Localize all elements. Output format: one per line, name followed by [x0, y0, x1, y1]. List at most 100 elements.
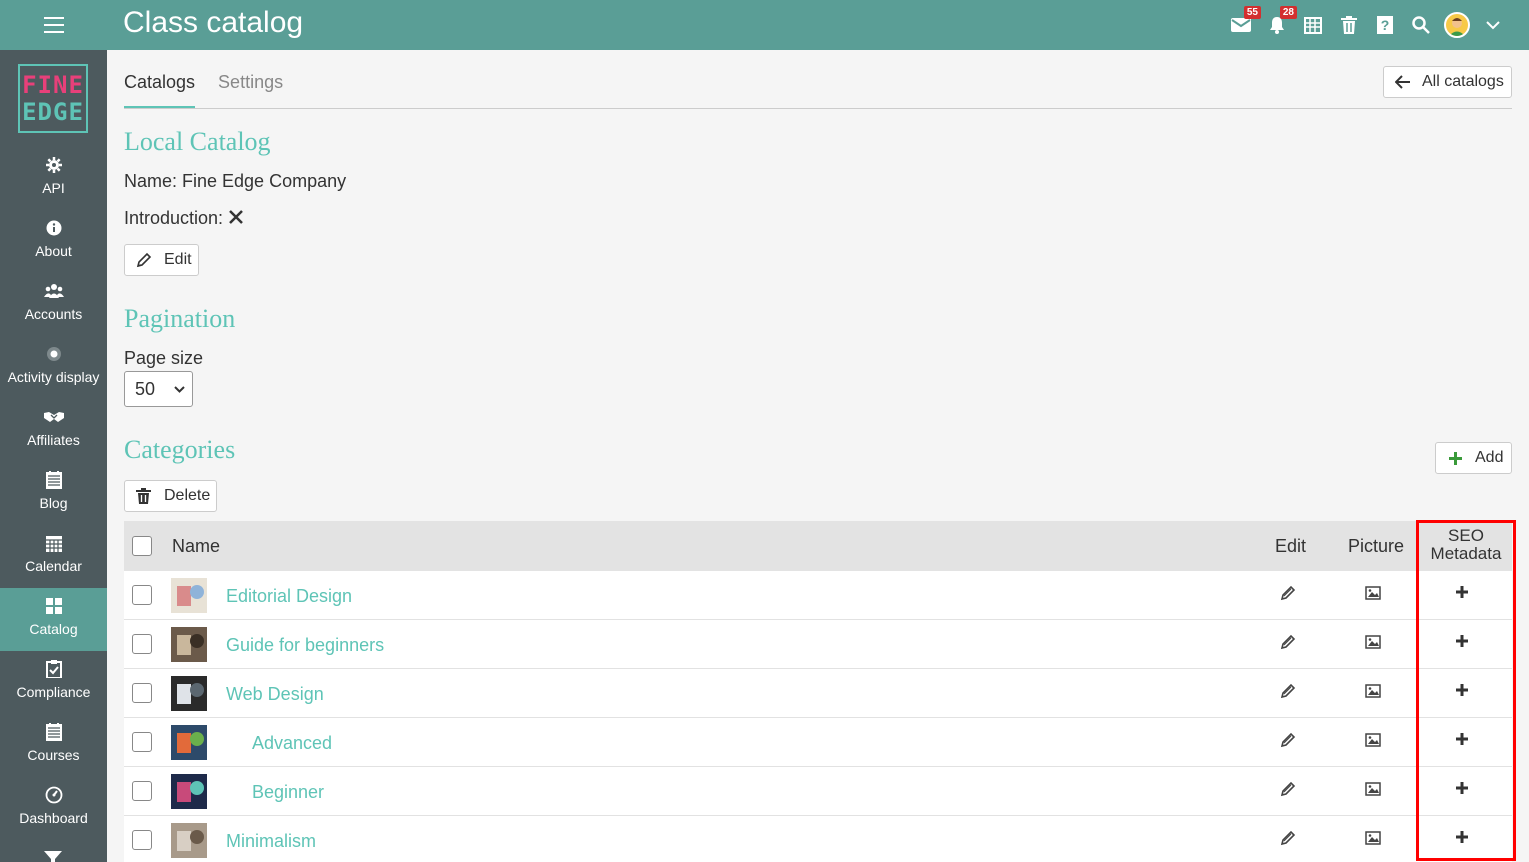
sidebar-item-label: Compliance [16, 684, 91, 700]
sidebar-item-calendar[interactable]: Calendar [0, 525, 107, 588]
notifications-button[interactable]: 28 [1259, 0, 1297, 50]
plus-icon [1456, 831, 1468, 843]
picture-row-button[interactable] [1365, 781, 1381, 802]
category-name-link[interactable]: Beginner [252, 782, 324, 803]
pencil-icon [1280, 781, 1296, 797]
sidebar-item-label: Activity display [7, 369, 100, 385]
select-all-checkbox[interactable] [132, 536, 152, 556]
page-size-value: 50 [135, 378, 156, 399]
table-row: Web Design [124, 669, 1512, 718]
row-checkbox[interactable] [132, 830, 152, 850]
sidebar-item-label: Blog [39, 495, 68, 511]
sidebar-item-label: Accounts [24, 306, 83, 322]
table-row: Beginner [124, 767, 1512, 816]
picture-row-button[interactable] [1365, 585, 1381, 606]
pencil-icon [1280, 732, 1296, 748]
all-catalogs-button[interactable]: All catalogs [1383, 66, 1512, 98]
image-icon [1365, 586, 1381, 600]
add-seo-metadata-button[interactable] [1455, 683, 1469, 702]
table-header: Name Edit Picture SEO Metadata [124, 521, 1512, 571]
edit-row-button[interactable] [1280, 585, 1296, 606]
sidebar-item-about[interactable]: About [0, 210, 107, 273]
sidebar-item-label: Courses [27, 747, 80, 763]
hamburger-icon [43, 17, 64, 33]
sidebar: FINE EDGE API About Accounts Activity di… [0, 50, 107, 862]
sidebar-item-api[interactable]: API [0, 147, 107, 210]
row-checkbox[interactable] [132, 585, 152, 605]
column-header-name[interactable]: Name [172, 536, 220, 557]
delete-button[interactable]: Delete [124, 480, 217, 512]
edit-row-button[interactable] [1280, 781, 1296, 802]
plus-icon [1456, 782, 1468, 794]
trash-icon [136, 488, 151, 504]
edit-row-button[interactable] [1280, 732, 1296, 753]
funnel-icon [44, 850, 62, 862]
avatar [1444, 12, 1470, 38]
envelope-icon [1231, 18, 1251, 32]
sidebar-item-accounts[interactable]: Accounts [0, 273, 107, 336]
blog-icon [45, 469, 62, 491]
row-checkbox[interactable] [132, 634, 152, 654]
messages-button[interactable]: 55 [1223, 0, 1261, 50]
category-name-link[interactable]: Editorial Design [226, 586, 352, 607]
table-row: Minimalism [124, 816, 1512, 862]
picture-row-button[interactable] [1365, 732, 1381, 753]
calendar-icon [45, 532, 62, 554]
row-checkbox[interactable] [132, 683, 152, 703]
category-thumbnail [171, 578, 207, 613]
sidebar-item-affiliates[interactable]: Affiliates [0, 399, 107, 462]
sidebar-item-blog[interactable]: Blog [0, 462, 107, 525]
user-menu-button[interactable] [1475, 0, 1511, 50]
page-size-label: Page size [124, 348, 204, 368]
fine-edge-logo[interactable]: FINE EDGE [18, 64, 88, 133]
category-name-link[interactable]: Minimalism [226, 831, 316, 852]
category-name-link[interactable]: Guide for beginners [226, 635, 384, 656]
add-seo-metadata-button[interactable] [1455, 732, 1469, 751]
clipboard-check-icon [45, 658, 62, 680]
page-size-select[interactable]: 50 [124, 371, 193, 407]
plus-icon [1449, 451, 1462, 465]
table-row: Advanced [124, 718, 1512, 767]
page-title: Class catalog [123, 6, 304, 39]
category-name-link[interactable]: Web Design [226, 684, 324, 705]
add-category-button[interactable]: Add [1435, 442, 1512, 474]
tab-catalogs[interactable]: Catalogs [124, 64, 196, 109]
chevron-down-icon [1486, 20, 1500, 29]
edit-row-button[interactable] [1280, 634, 1296, 655]
table-row: Editorial Design [124, 571, 1512, 620]
sidebar-item-dashboard[interactable]: Dashboard [0, 777, 107, 840]
calendar-icon [1304, 17, 1322, 34]
category-thumbnail [171, 725, 207, 760]
edit-row-button[interactable] [1280, 683, 1296, 704]
row-checkbox[interactable] [132, 732, 152, 752]
sidebar-item-activity-display[interactable]: Activity display [0, 336, 107, 399]
menu-toggle-button[interactable] [0, 0, 107, 50]
logo-line-2: EDGE [22, 97, 84, 126]
help-button[interactable]: ? [1367, 0, 1403, 50]
row-checkbox[interactable] [132, 781, 152, 801]
picture-row-button[interactable] [1365, 683, 1381, 704]
edit-row-button[interactable] [1280, 830, 1296, 851]
trash-button[interactable] [1331, 0, 1367, 50]
picture-row-button[interactable] [1365, 634, 1381, 655]
pencil-icon [136, 252, 152, 268]
gear-icon [45, 154, 62, 176]
edit-catalog-button[interactable]: Edit [124, 244, 199, 276]
category-name-link[interactable]: Advanced [252, 733, 332, 754]
sidebar-item-compliance[interactable]: Compliance [0, 651, 107, 714]
search-button[interactable] [1403, 0, 1439, 50]
tab-settings[interactable]: Settings [218, 64, 283, 109]
sidebar-item-courses[interactable]: Courses [0, 714, 107, 777]
add-seo-metadata-button[interactable] [1455, 781, 1469, 800]
category-thumbnail [171, 627, 207, 662]
add-seo-metadata-button[interactable] [1455, 634, 1469, 653]
calendar-button[interactable] [1295, 0, 1331, 50]
picture-row-button[interactable] [1365, 830, 1381, 851]
categories-table: Name Edit Picture SEO Metadata Editorial… [124, 521, 1512, 862]
delete-label: Delete [164, 487, 211, 504]
add-seo-metadata-button[interactable] [1455, 830, 1469, 849]
pencil-icon [1280, 634, 1296, 650]
user-avatar-button[interactable] [1439, 0, 1475, 50]
sidebar-item-catalog[interactable]: Catalog [0, 588, 107, 651]
add-seo-metadata-button[interactable] [1455, 585, 1469, 604]
